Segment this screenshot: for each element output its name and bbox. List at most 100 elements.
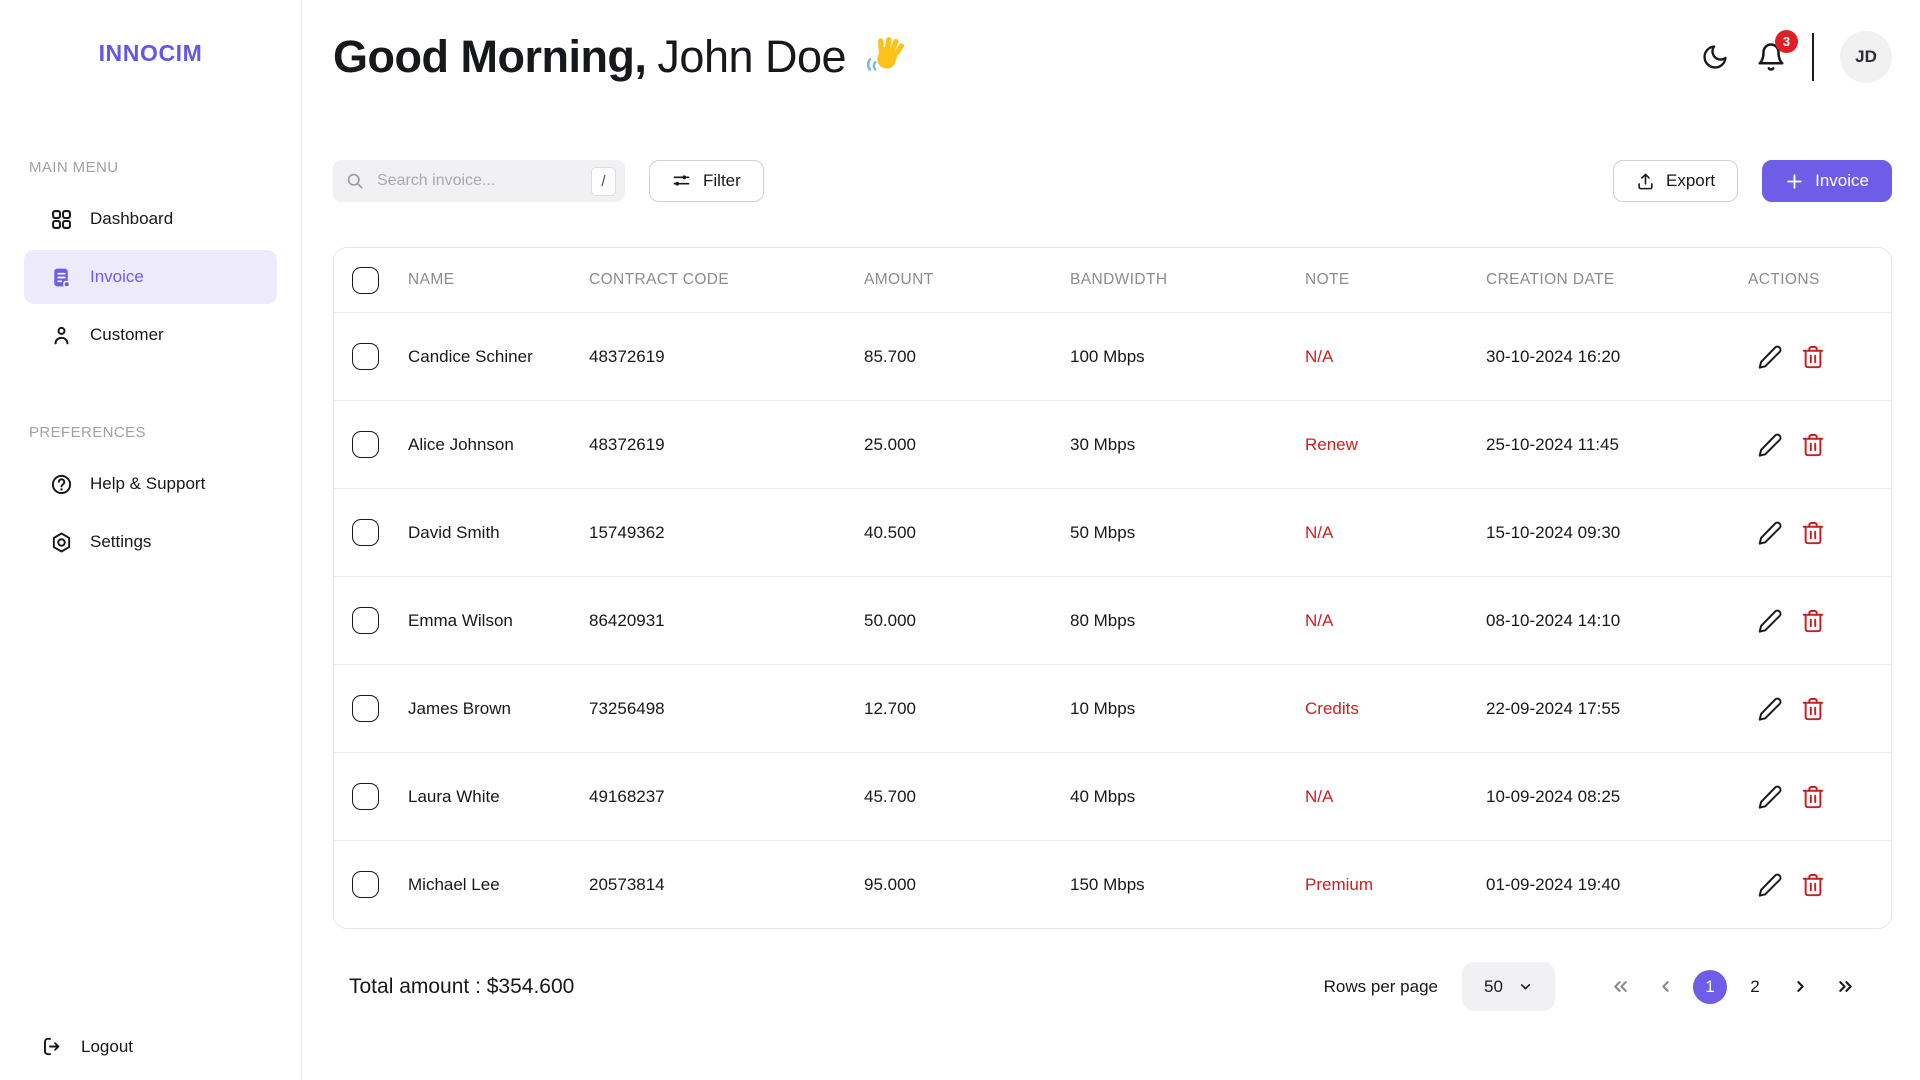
previous-page-button[interactable] (1648, 970, 1682, 1004)
cell-contract-code: 15749362 (589, 523, 864, 543)
cell-note: N/A (1305, 523, 1486, 543)
export-icon (1636, 172, 1655, 191)
notifications-button[interactable]: 3 (1756, 42, 1786, 72)
column-header-name: NAME (408, 271, 589, 289)
page-button-1[interactable]: 1 (1693, 970, 1727, 1004)
delete-button[interactable] (1800, 344, 1826, 370)
cell-creation-date: 30-10-2024 16:20 (1486, 347, 1748, 367)
trash-icon (1800, 344, 1826, 370)
delete-button[interactable] (1800, 432, 1826, 458)
cell-amount: 50.000 (864, 611, 1070, 631)
cell-amount: 45.700 (864, 787, 1070, 807)
rows-per-page-select[interactable]: 50 (1462, 962, 1555, 1011)
cell-name: David Smith (408, 523, 589, 543)
delete-button[interactable] (1800, 784, 1826, 810)
search-shortcut-key: / (591, 167, 616, 196)
cell-name: James Brown (408, 699, 589, 719)
invoice-icon (50, 266, 73, 289)
rows-per-page-value: 50 (1484, 977, 1503, 997)
column-header-bandwidth: BANDWIDTH (1070, 271, 1305, 289)
table-footer: Total amount : $354.600 Rows per page 50 (333, 962, 1892, 1011)
sidebar-section-main: MAIN MENU Dashboard (0, 159, 301, 362)
avatar[interactable]: JD (1840, 31, 1892, 83)
table-row: Candice Schiner 48372619 85.700 100 Mbps… (334, 312, 1891, 400)
total-amount: Total amount : $354.600 (333, 975, 574, 999)
edit-button[interactable] (1757, 696, 1783, 722)
cell-creation-date: 01-09-2024 19:40 (1486, 875, 1748, 895)
cell-contract-code: 49168237 (589, 787, 864, 807)
trash-icon (1800, 872, 1826, 898)
cell-note: N/A (1305, 787, 1486, 807)
search-input-wrapper[interactable]: / (333, 160, 625, 202)
sidebar-item-invoice[interactable]: Invoice (24, 250, 277, 304)
row-checkbox[interactable] (352, 431, 379, 458)
cell-creation-date: 22-09-2024 17:55 (1486, 699, 1748, 719)
sidebar-item-dashboard[interactable]: Dashboard (24, 192, 277, 246)
export-button[interactable]: Export (1613, 160, 1738, 202)
next-page-button[interactable] (1783, 970, 1817, 1004)
row-checkbox[interactable] (352, 695, 379, 722)
delete-button[interactable] (1800, 608, 1826, 634)
sidebar: INNOCIM MAIN MENU Dashboard (0, 0, 302, 1080)
filter-button[interactable]: Filter (649, 160, 764, 202)
cell-creation-date: 25-10-2024 11:45 (1486, 435, 1748, 455)
select-all-checkbox[interactable] (352, 267, 379, 294)
chevron-down-icon (1518, 979, 1533, 994)
page-title: Good Morning, John Doe (333, 31, 908, 83)
table-header-row: NAME CONTRACT CODE AMOUNT BANDWIDTH NOTE… (334, 248, 1891, 312)
sidebar-item-customer[interactable]: Customer (24, 308, 277, 362)
row-checkbox[interactable] (352, 607, 379, 634)
pencil-icon (1757, 872, 1783, 898)
row-checkbox[interactable] (352, 871, 379, 898)
edit-button[interactable] (1757, 608, 1783, 634)
main-menu-heading: MAIN MENU (0, 159, 301, 176)
table-row: Alice Johnson 48372619 25.000 30 Mbps Re… (334, 400, 1891, 488)
logout-icon (40, 1035, 63, 1058)
page-button-2[interactable]: 2 (1738, 970, 1772, 1004)
header-actions: 3 JD (1700, 31, 1892, 83)
theme-toggle-button[interactable] (1700, 42, 1730, 72)
cell-contract-code: 86420931 (589, 611, 864, 631)
preferences-heading: PREFERENCES (0, 424, 301, 441)
search-input[interactable] (375, 171, 581, 191)
help-icon (50, 473, 73, 496)
add-invoice-button[interactable]: Invoice (1762, 160, 1892, 202)
table-row: Laura White 49168237 45.700 40 Mbps N/A … (334, 752, 1891, 840)
cell-bandwidth: 100 Mbps (1070, 347, 1305, 367)
delete-button[interactable] (1800, 872, 1826, 898)
trash-icon (1800, 696, 1826, 722)
edit-button[interactable] (1757, 344, 1783, 370)
row-checkbox[interactable] (352, 783, 379, 810)
cell-contract-code: 20573814 (589, 875, 864, 895)
sidebar-item-label: Settings (90, 532, 151, 552)
last-page-button[interactable] (1828, 970, 1862, 1004)
pencil-icon (1757, 520, 1783, 546)
filter-label: Filter (703, 171, 741, 191)
toolbar: / Filter (333, 160, 1892, 202)
cell-creation-date: 08-10-2024 14:10 (1486, 611, 1748, 631)
filter-icon (672, 171, 692, 191)
cell-contract-code: 73256498 (589, 699, 864, 719)
sidebar-item-label: Dashboard (90, 209, 173, 229)
row-checkbox[interactable] (352, 343, 379, 370)
column-header-amount: AMOUNT (864, 271, 1070, 289)
export-label: Export (1666, 171, 1715, 191)
sidebar-section-preferences: PREFERENCES Help & Support (0, 424, 301, 569)
edit-button[interactable] (1757, 784, 1783, 810)
pencil-icon (1757, 608, 1783, 634)
first-page-button[interactable] (1603, 970, 1637, 1004)
edit-button[interactable] (1757, 872, 1783, 898)
sidebar-item-help-support[interactable]: Help & Support (24, 457, 277, 511)
logout-button[interactable]: Logout (40, 1035, 133, 1058)
edit-button[interactable] (1757, 432, 1783, 458)
row-checkbox[interactable] (352, 519, 379, 546)
sidebar-item-label: Customer (90, 325, 164, 345)
plus-icon (1785, 172, 1804, 191)
delete-button[interactable] (1800, 520, 1826, 546)
wave-emoji (862, 34, 908, 80)
pencil-icon (1757, 784, 1783, 810)
delete-button[interactable] (1800, 696, 1826, 722)
sidebar-item-settings[interactable]: Settings (24, 515, 277, 569)
edit-button[interactable] (1757, 520, 1783, 546)
column-header-creation-date: CREATION DATE (1486, 271, 1748, 289)
